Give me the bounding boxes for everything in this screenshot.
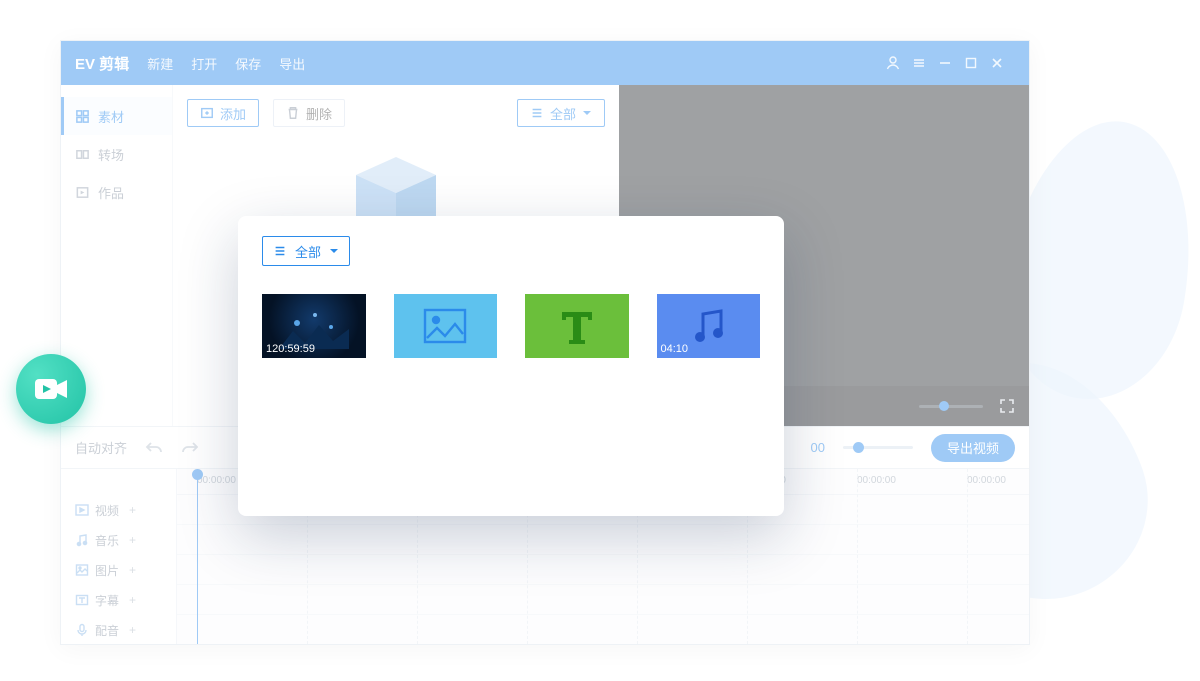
popup-filter-dropdown[interactable]: 全部 xyxy=(262,236,350,266)
export-video-button[interactable]: 导出视频 xyxy=(931,434,1015,462)
maximize-icon[interactable] xyxy=(963,55,989,71)
minimize-icon[interactable] xyxy=(937,55,963,71)
sidebar-label: 作品 xyxy=(98,183,124,202)
user-icon[interactable] xyxy=(885,55,911,71)
auto-align-toggle[interactable]: 自动对齐 xyxy=(75,438,127,457)
menu-export[interactable]: 导出 xyxy=(279,54,305,73)
add-track-icon[interactable]: + xyxy=(129,623,136,637)
ruler-tick: 00:00:00 xyxy=(857,475,896,486)
titlebar: EV 剪辑 新建 打开 保存 导出 xyxy=(61,41,1029,85)
add-button[interactable]: 添加 xyxy=(187,99,259,127)
menu-icon[interactable] xyxy=(911,55,937,71)
menu-open[interactable]: 打开 xyxy=(191,54,217,73)
menu-save[interactable]: 保存 xyxy=(235,54,261,73)
undo-icon[interactable] xyxy=(145,440,163,456)
media-card-video[interactable]: 120:59:59 xyxy=(262,294,366,358)
ruler-tick: 00:00:00 xyxy=(197,475,236,486)
add-track-icon[interactable]: + xyxy=(129,533,136,547)
track-voice[interactable]: 配音+ xyxy=(61,615,176,644)
video-duration: 120:59:59 xyxy=(266,343,315,355)
camera-icon xyxy=(33,375,69,403)
music-icon xyxy=(685,306,731,346)
media-card-text[interactable] xyxy=(525,294,629,358)
track-video[interactable]: 视频+ xyxy=(61,495,176,525)
media-card-audio[interactable]: 04:10 xyxy=(657,294,761,358)
media-popup: 全部 120:59:59 04:10 xyxy=(238,216,784,516)
sidebar-tab-transition[interactable]: 转场 xyxy=(61,135,172,173)
volume-slider[interactable] xyxy=(919,405,983,408)
fullscreen-icon[interactable] xyxy=(999,398,1015,414)
menu-new[interactable]: 新建 xyxy=(147,54,173,73)
sidebar-tab-works[interactable]: 作品 xyxy=(61,173,172,211)
media-card-image[interactable] xyxy=(394,294,498,358)
delete-button[interactable]: 删除 xyxy=(273,99,345,127)
track-subtitle[interactable]: 字幕+ xyxy=(61,585,176,615)
add-track-icon[interactable]: + xyxy=(129,563,136,577)
track-image[interactable]: 图片+ xyxy=(61,555,176,585)
add-track-icon[interactable]: + xyxy=(129,503,136,517)
audio-duration: 04:10 xyxy=(661,343,689,355)
track-labels: 视频+ 音乐+ 图片+ 字幕+ 配音+ xyxy=(61,469,177,644)
sidebar-label: 转场 xyxy=(98,145,124,164)
filter-dropdown[interactable]: 全部 xyxy=(517,99,605,127)
sidebar-tab-material[interactable]: 素材 xyxy=(61,97,172,135)
close-icon[interactable] xyxy=(989,55,1015,71)
track-music[interactable]: 音乐+ xyxy=(61,525,176,555)
redo-icon[interactable] xyxy=(181,440,199,456)
image-icon xyxy=(422,306,468,346)
sidebar-label: 素材 xyxy=(98,107,124,126)
zoom-slider[interactable] xyxy=(843,446,913,449)
time-display: 00 xyxy=(811,440,825,455)
record-badge[interactable] xyxy=(16,354,86,424)
playhead[interactable] xyxy=(197,469,198,644)
text-icon xyxy=(554,306,600,346)
add-track-icon[interactable]: + xyxy=(129,593,136,607)
ruler-tick: 00:00:00 xyxy=(967,475,1006,486)
app-title: EV 剪辑 xyxy=(75,53,129,74)
